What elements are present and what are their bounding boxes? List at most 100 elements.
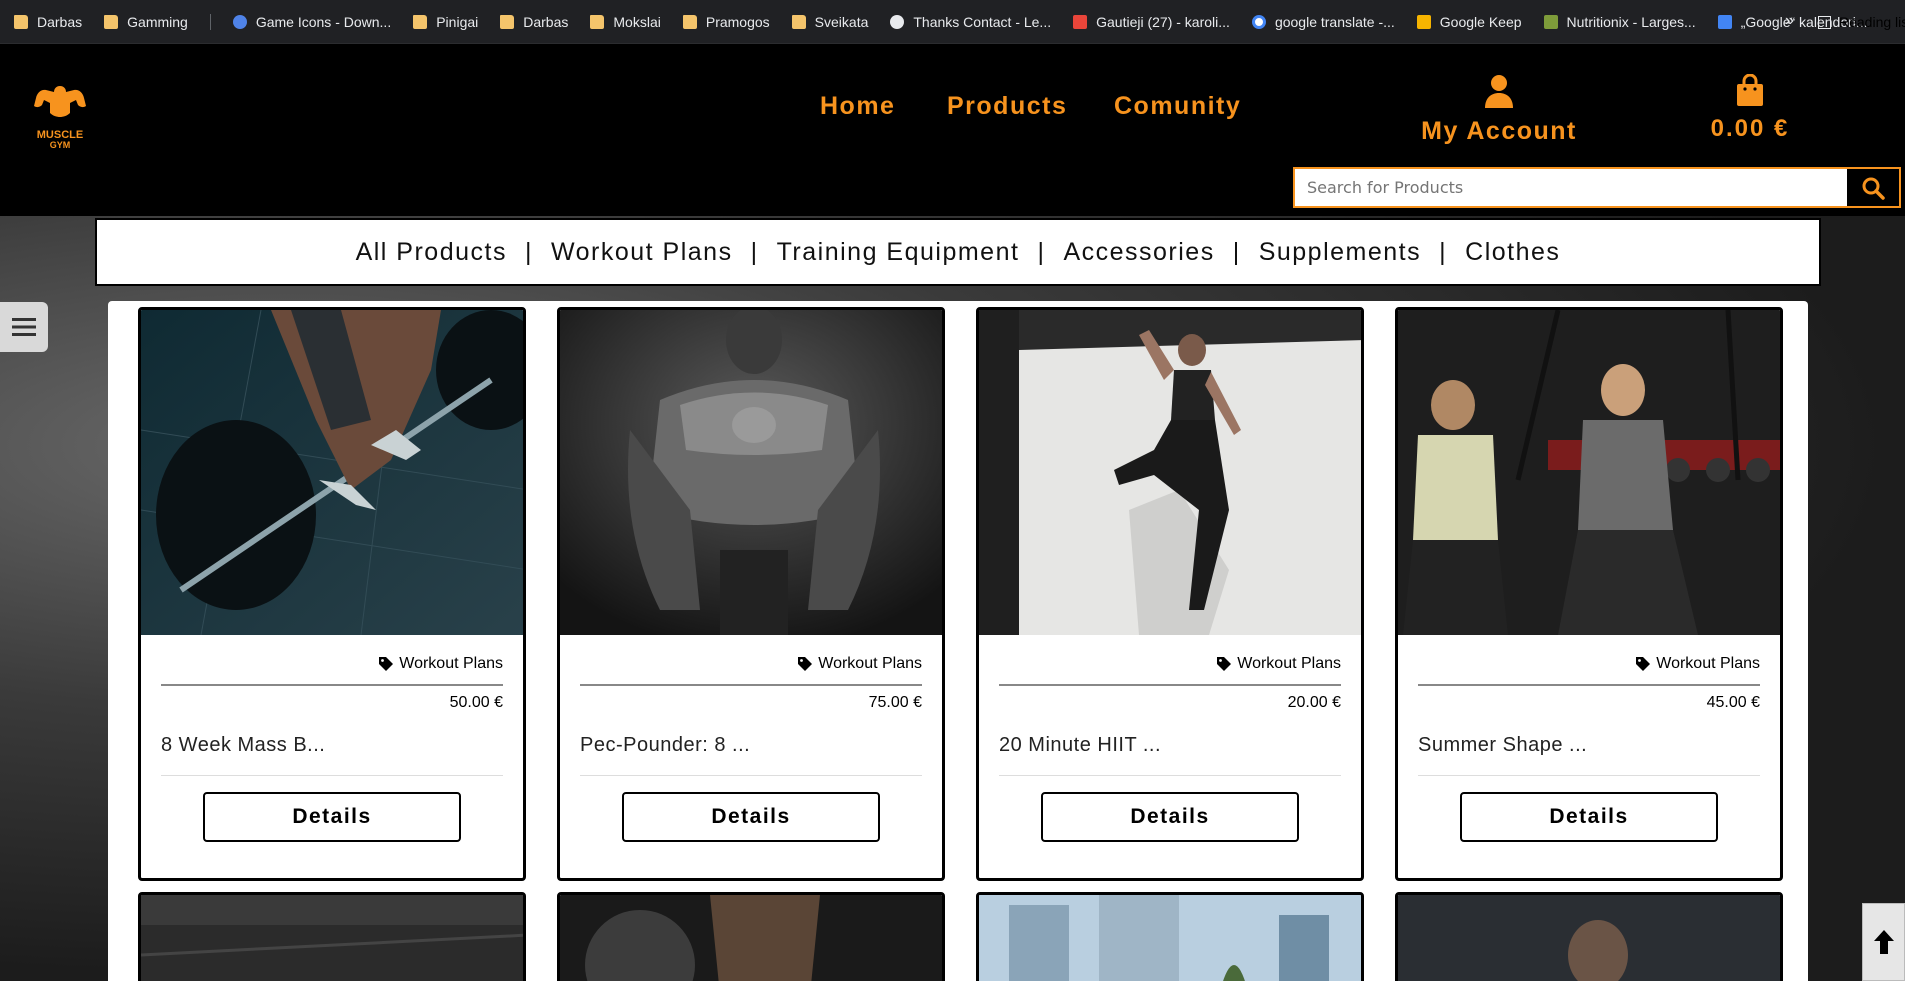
details-button[interactable]: Details [203,792,461,842]
user-icon [1485,75,1513,108]
product-name[interactable]: 20 Minute HIIT ... [999,734,1341,757]
bookmark-item[interactable]: Darbas [500,14,568,30]
search-icon [1862,177,1885,200]
product-name[interactable]: Pec-Pounder: 8 ... [580,734,922,757]
bookmark-label: google translate -... [1274,13,1395,30]
bookmark-item[interactable]: google translate -... [1251,13,1395,30]
favicon-icon [890,14,905,29]
folder-icon [590,14,605,29]
product-image-trx-training[interactable] [1398,310,1780,635]
product-category-tag[interactable]: Workout Plans [999,655,1341,673]
product-category-label: Workout Plans [818,655,922,672]
bookmark-item[interactable]: Darbas [14,14,82,30]
category-bar: All Products | Workout Plans | Training … [95,218,1821,286]
nav-community-link[interactable]: Comunity [1114,92,1241,121]
bookmark-item[interactable]: Pramogos [682,14,770,30]
product-name[interactable]: 8 Week Mass B... [161,734,503,757]
product-image-hiit[interactable] [979,310,1361,635]
bookmark-item[interactable]: Gamming [104,14,188,30]
site-header: MUSCLE GYM Home Products Comunity My Acc… [0,44,1905,216]
nav-home-link[interactable]: Home [820,92,895,121]
category-separator: | [524,237,533,266]
product-card-partial[interactable] [138,892,526,981]
category-training-equipment[interactable]: Training Equipment [777,238,1020,267]
product-image-bodybuilder[interactable] [560,310,942,635]
bookmark-label: Google Keep [1439,13,1522,30]
product-card-partial[interactable] [1395,892,1783,981]
favicon-icon [1073,14,1088,29]
details-button[interactable]: Details [1041,792,1299,842]
nav-products-link[interactable]: Products [947,92,1067,121]
folder-icon [500,14,515,29]
product-category-label: Workout Plans [399,655,503,672]
bookmark-label: Thanks Contact - Le... [913,13,1052,30]
category-clothes[interactable]: Clothes [1465,238,1560,267]
category-separator: | [1232,237,1241,266]
bookmark-item[interactable]: Game Icons - Down... [232,13,392,30]
category-all-products[interactable]: All Products [356,238,507,267]
product-name[interactable]: Summer Shape ... [1418,734,1760,757]
bookmark-item[interactable]: Gautieji (27) - karoli... [1073,14,1230,30]
divider [999,775,1341,776]
details-button[interactable]: Details [622,792,880,842]
my-account-button[interactable]: My Account [1420,74,1578,146]
site-logo[interactable]: MUSCLE GYM [30,82,90,154]
sidebar-toggle-button[interactable] [0,302,48,352]
product-category-tag[interactable]: Workout Plans [580,655,922,673]
product-image-deadlift[interactable] [141,310,523,635]
bookmark-item[interactable]: Thanks Contact - Le... [890,14,1051,30]
favicon-icon [1543,14,1558,29]
scroll-to-top-button[interactable] [1862,903,1905,981]
search-button[interactable] [1847,169,1899,206]
folder-icon [413,14,428,29]
search-input[interactable] [1295,169,1847,206]
product-card: Workout Plans 75.00 € Pec-Pounder: 8 ...… [557,307,945,881]
bookmark-separator [209,13,211,30]
category-supplements[interactable]: Supplements [1259,238,1421,267]
product-category-tag[interactable]: Workout Plans [161,655,503,673]
muscle-gym-logo-icon: MUSCLE GYM [34,86,86,150]
folder-icon [682,14,697,29]
bookmark-label: Sveikata [814,13,869,30]
cart-total: 0.00 € [1710,115,1790,142]
svg-text:GYM: GYM [50,140,71,150]
bookmark-label: Gautieji (27) - karoli... [1096,13,1230,30]
tag-icon [379,657,394,671]
bookmark-item[interactable]: Sveikata [791,13,869,30]
folder-icon [104,14,119,29]
bookmark-label: Pinigai [436,13,479,30]
bookmark-item[interactable]: Google Keep [1416,13,1522,30]
more-bookmarks-button[interactable]: » [1785,12,1794,30]
shopping-bag-icon [1737,73,1763,106]
bookmark-label: Mokslai [613,13,661,30]
favicon-icon [1416,14,1431,29]
category-accessories[interactable]: Accessories [1063,238,1214,267]
divider [161,684,503,686]
bookmark-item[interactable]: Pinigai [413,14,478,30]
bookmark-item[interactable]: Nutritionix - Larges... [1543,14,1696,30]
product-card-partial[interactable] [976,892,1364,981]
folder-icon [791,14,806,29]
hamburger-menu-icon [12,318,36,336]
tag-icon [798,657,813,671]
product-card: Workout Plans 45.00 € Summer Shape ... D… [1395,307,1783,881]
product-card-partial[interactable] [557,892,945,981]
category-workout-plans[interactable]: Workout Plans [551,238,733,267]
bookmark-label: Game Icons - Down... [255,13,392,30]
reading-list-button[interactable]: Reading list [1818,14,1905,30]
tag-icon [1217,657,1232,671]
product-category-tag[interactable]: Workout Plans [1418,655,1760,673]
favicon-icon [232,14,247,29]
reading-list-label: Reading list [1839,14,1905,30]
bookmark-item[interactable]: Mokslai [590,13,661,30]
arrow-up-icon [1873,930,1894,954]
details-button[interactable]: Details [1460,792,1718,842]
category-separator: | [750,237,759,266]
divider [1418,684,1760,686]
divider [580,684,922,686]
favicon-icon [1717,14,1732,29]
search-box [1293,167,1901,208]
divider [580,775,922,776]
cart-button[interactable]: 0.00 € [1700,73,1800,143]
category-separator: | [1439,237,1448,266]
